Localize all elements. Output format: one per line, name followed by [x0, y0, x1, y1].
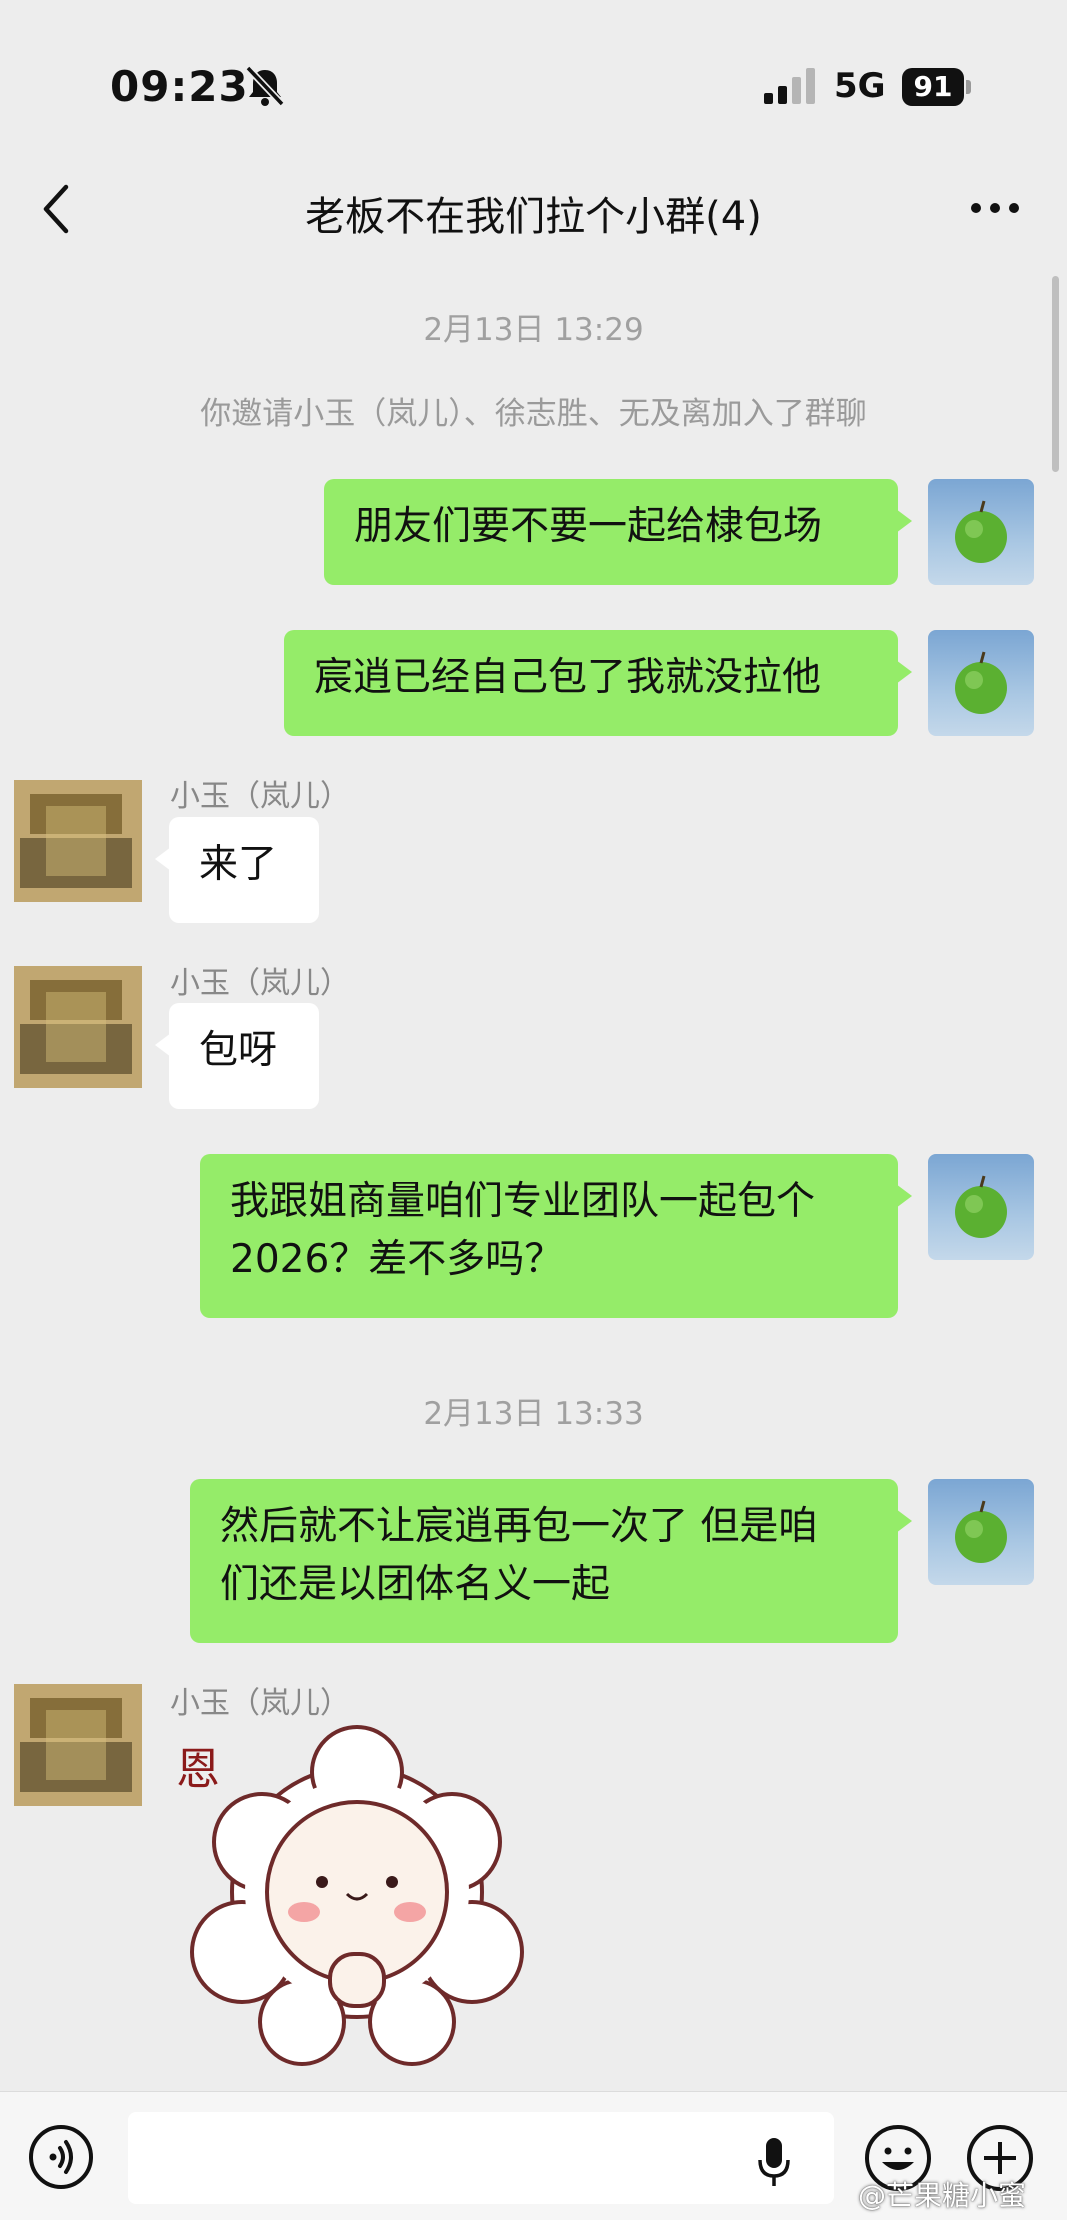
- battery-icon: 91: [902, 68, 964, 106]
- green-apple-icon: [955, 1175, 1007, 1238]
- member-message-bubble[interactable]: 来了: [155, 817, 319, 923]
- message-text: 宸逍已经自己包了我就没拉他: [314, 655, 822, 700]
- microphone-icon[interactable]: [756, 2136, 792, 2188]
- my-avatar[interactable]: [928, 1479, 1034, 1585]
- status-bar: 09:23 5G 91: [0, 0, 1067, 176]
- my-message-bubble[interactable]: 然后就不让宸逍再包一次了 但是咱 们还是以团体名义一起: [190, 1479, 912, 1643]
- member-message-bubble[interactable]: 包呀: [155, 1003, 319, 1109]
- sheep-sticker[interactable]: 恩: [172, 1722, 542, 2072]
- my-message-bubble[interactable]: 朋友们要不要一起给棣包场: [324, 479, 912, 585]
- timestamp-separator: 2月13日 13:33: [423, 1396, 644, 1432]
- blurred-avatar-image: [14, 1684, 142, 1806]
- blurred-avatar-image: [14, 966, 142, 1088]
- my-avatar[interactable]: [928, 1154, 1034, 1260]
- blurred-avatar-image: [14, 780, 142, 902]
- message-text: 来了: [199, 842, 278, 887]
- sender-name: 小玉（岚儿）: [170, 966, 350, 1001]
- member-avatar[interactable]: [0, 1670, 150, 1820]
- network-type: 5G: [834, 66, 886, 106]
- green-apple-icon: [955, 500, 1007, 563]
- sender-name: 小玉（岚儿）: [170, 779, 350, 814]
- green-apple-icon: [955, 1500, 1007, 1563]
- member-avatar[interactable]: [0, 952, 150, 1102]
- voice-icon[interactable]: [28, 2124, 94, 2190]
- message-input[interactable]: [128, 2112, 834, 2204]
- message-text: 包呀: [199, 1028, 278, 1073]
- sticker-text: 恩: [176, 1745, 220, 1794]
- bell-muted-icon: [245, 65, 285, 107]
- message-text-line: 2026？差不多吗？: [230, 1237, 564, 1282]
- message-text-line: 们还是以团体名义一起: [220, 1562, 611, 1607]
- green-apple-icon: [955, 651, 1007, 714]
- my-avatar[interactable]: [928, 630, 1034, 736]
- watermark: @芒果糖小蜜: [858, 2179, 1027, 2212]
- sender-name: 小玉（岚儿）: [170, 1686, 350, 1721]
- message-text-line: 然后就不让宸逍再包一次了 但是咱: [220, 1504, 818, 1549]
- my-avatar[interactable]: [928, 479, 1034, 585]
- message-text-line: 我跟姐商量咱们专业团队一起包个: [230, 1179, 816, 1224]
- timestamp-separator: 2月13日 13:29: [423, 312, 644, 348]
- chat-title: 老板不在我们拉个小群(4): [305, 194, 762, 240]
- message-text: 朋友们要不要一起给棣包场: [354, 504, 823, 549]
- signal-icon: [764, 68, 815, 104]
- my-message-bubble[interactable]: 我跟姐商量咱们专业团队一起包个 2026？差不多吗？: [200, 1154, 912, 1318]
- battery-tip: [966, 80, 971, 94]
- member-avatar[interactable]: [0, 766, 150, 916]
- more-dots-icon[interactable]: [970, 190, 1020, 226]
- status-time: 09:23: [110, 62, 249, 111]
- system-notice: 你邀请小玉（岚儿）、徐志胜、无及离加入了群聊: [200, 396, 867, 432]
- my-message-bubble[interactable]: 宸逍已经自己包了我就没拉他: [284, 630, 912, 736]
